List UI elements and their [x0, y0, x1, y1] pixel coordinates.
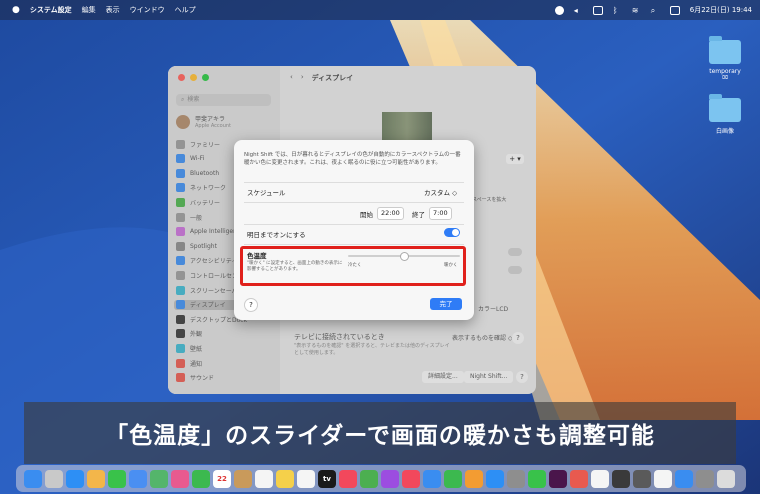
menubar-clock[interactable]: 6月22日(日) 19:44: [690, 5, 752, 15]
folder-icon: [709, 36, 741, 64]
video-caption: 「色温度」のスライダーで画面の暖かさも調整可能: [24, 402, 736, 464]
caption-text: 「色温度」のスライダーで画面の暖かさも調整可能: [105, 423, 655, 449]
bluetooth-icon[interactable]: ᛒ: [613, 6, 622, 15]
dock-app-slack-icon[interactable]: [549, 469, 567, 488]
divider: [244, 244, 464, 245]
volume-icon[interactable]: ◂: [574, 6, 583, 15]
dock-app-chrome-icon[interactable]: [360, 469, 378, 488]
divider: [244, 224, 464, 225]
until-tomorrow-toggle[interactable]: [444, 228, 460, 237]
dock-app-calendar-icon[interactable]: 22: [213, 469, 231, 488]
dock-app-news-icon[interactable]: [402, 469, 420, 488]
until-tomorrow-label: 明日までオンにする: [247, 231, 306, 239]
night-shift-description: Night Shift では、日が暮れるとディスプレイの色が自動的にカラースペク…: [244, 152, 461, 166]
apple-menu-icon[interactable]: ●: [12, 5, 20, 15]
desktop-icon-label: temporary: [709, 68, 741, 75]
dock-app-app28-icon[interactable]: [591, 469, 609, 488]
dock-app-facetime-icon[interactable]: [192, 469, 210, 488]
dock-app-freeform-icon[interactable]: [297, 469, 315, 488]
dock: 22 tv: [16, 465, 746, 492]
dock-app-appletv-icon[interactable]: tv: [318, 469, 336, 488]
dock-app-mail-icon[interactable]: [129, 469, 147, 488]
night-shift-sheet: Night Shift では、日が暮れるとディスプレイの色が自動的にカラースペク…: [234, 140, 474, 320]
dock-app-pages-icon[interactable]: [465, 469, 483, 488]
menu-window[interactable]: ウインドウ: [130, 5, 165, 15]
dock-app-app32-icon[interactable]: [675, 469, 693, 488]
end-time-field[interactable]: 7:00: [429, 207, 452, 220]
sheet-help-button[interactable]: ?: [244, 298, 258, 312]
dock-app-reminders-icon[interactable]: [255, 469, 273, 488]
dock-app-messages-icon[interactable]: [108, 469, 126, 488]
control-center-icon[interactable]: [669, 5, 680, 15]
dock-app-app31-icon[interactable]: [654, 469, 672, 488]
desktop-folder-white-image[interactable]: 白画像: [700, 94, 750, 135]
dock-app-safari-icon[interactable]: [66, 469, 84, 488]
display-icon[interactable]: [592, 5, 603, 15]
dock-app-settings-icon[interactable]: [507, 469, 525, 488]
dock-app-music-icon[interactable]: [339, 469, 357, 488]
done-button[interactable]: 完了: [430, 298, 462, 310]
divider: [244, 202, 464, 203]
dock-app-numbers-icon[interactable]: [444, 469, 462, 488]
schedule-label: スケジュール: [247, 189, 286, 197]
schedule-select[interactable]: カスタム ◇: [424, 187, 457, 197]
app-menu[interactable]: システム設定: [30, 5, 72, 15]
dock-app-trash-icon[interactable]: [717, 469, 735, 488]
dock-app-app33-icon[interactable]: [696, 469, 714, 488]
desktop-icon-sublabel: ⌧: [722, 75, 728, 81]
end-label: 終了: [412, 211, 425, 219]
menu-view[interactable]: 表示: [106, 5, 120, 15]
dock-app-app30-icon[interactable]: [633, 469, 651, 488]
desktop-icon-label: 白画像: [715, 128, 734, 135]
dock-app-podcasts-icon[interactable]: [381, 469, 399, 488]
screen-record-icon[interactable]: [554, 5, 564, 15]
divider: [244, 182, 464, 183]
menu-edit[interactable]: 編集: [82, 5, 96, 15]
search-icon[interactable]: ⌕: [651, 6, 660, 15]
dock-app-photos-icon[interactable]: [87, 469, 105, 488]
dock-app-launchpad-icon[interactable]: [45, 469, 63, 488]
dock-app-line-icon[interactable]: [528, 469, 546, 488]
menu-bar: ● システム設定 編集 表示 ウインドウ ヘルプ ◂ ᛒ ≋ ⌕ 6月22日(日…: [0, 0, 760, 20]
start-time-field[interactable]: 22:00: [377, 207, 404, 220]
dock-app-finder-icon[interactable]: [24, 469, 42, 488]
color-temperature-highlight-box: [240, 246, 466, 286]
dock-app-contacts-icon[interactable]: [234, 469, 252, 488]
dock-app-app27-icon[interactable]: [570, 469, 588, 488]
desktop-folder-temporary[interactable]: temporary ⌧: [700, 36, 750, 81]
folder-icon: [709, 94, 741, 122]
menu-help[interactable]: ヘルプ: [175, 5, 196, 15]
dock-app-notes-icon[interactable]: [276, 469, 294, 488]
dock-app-maps-icon[interactable]: [150, 469, 168, 488]
dock-app-photos2-icon[interactable]: [171, 469, 189, 488]
wifi-icon[interactable]: ≋: [632, 6, 641, 15]
dock-app-app29-icon[interactable]: [612, 469, 630, 488]
dock-app-appstore-icon[interactable]: [486, 469, 504, 488]
dock-app-keynote-icon[interactable]: [423, 469, 441, 488]
start-label: 開始: [360, 211, 373, 219]
